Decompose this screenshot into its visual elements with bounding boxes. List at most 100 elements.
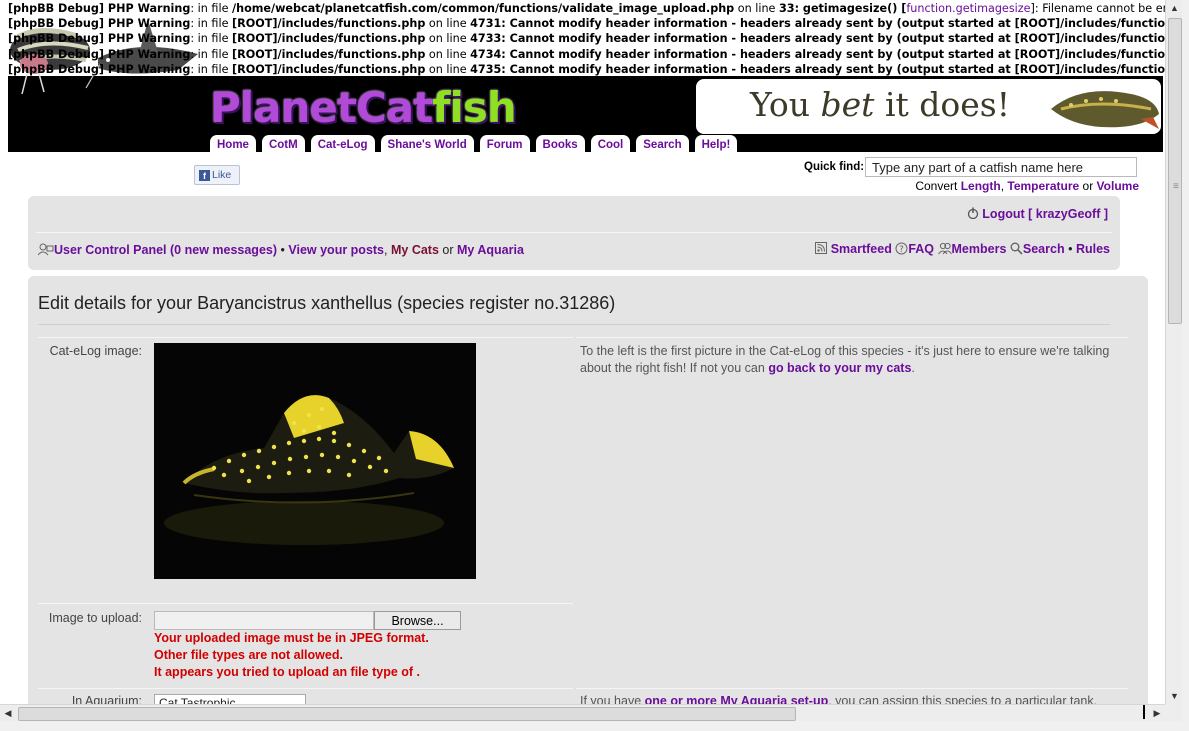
or-text: or (442, 243, 454, 257)
bullet: • (280, 243, 285, 257)
debug-warnings: [phpBB Debug] PHP Warning: in file /home… (8, 1, 1165, 77)
debug-path: [ROOT]/includes/functions.php (232, 32, 426, 46)
debug-text: : Cannot modify header information - hea… (501, 32, 1165, 46)
scroll-up-arrow-icon[interactable]: ▲ (1166, 0, 1183, 16)
facebook-like-button[interactable]: f Like (194, 165, 240, 185)
unit-converter-links: Convert Length, Temperature or Volume (915, 179, 1139, 193)
my-aquaria-link[interactable]: My Aquaria (457, 243, 524, 257)
rules-link[interactable]: Rules (1076, 242, 1110, 256)
convert-volume-link[interactable]: Volume (1097, 179, 1139, 193)
scroll-left-arrow-icon[interactable]: ◀ (0, 705, 16, 722)
user-control-box: Logout [ krazyGeoff ] User Control Panel… (28, 196, 1120, 270)
horizontal-scrollbar[interactable]: ◀ ▶ (0, 704, 1165, 722)
my-aquaria-setup-link[interactable]: one or more My Aquaria set-up (645, 694, 829, 704)
window-edge (1182, 0, 1189, 731)
scroll-right-arrow-icon[interactable]: ▶ (1149, 705, 1165, 722)
search-link[interactable]: Search (1023, 242, 1065, 256)
debug-text: on line (425, 32, 471, 46)
debug-path: [ROOT]/includes/functions.php (232, 62, 426, 76)
members-icon (937, 242, 952, 255)
faq-link[interactable]: FAQ (908, 242, 934, 256)
nav-tab-cotm[interactable]: CotM (261, 135, 305, 154)
debug-line: 4733 (470, 32, 502, 46)
rss-icon (815, 242, 828, 254)
logout-link[interactable]: Logout [ krazyGeoff ] (967, 207, 1108, 221)
debug-warning-line: [phpBB Debug] PHP Warning: in file [ROOT… (8, 31, 1165, 46)
faq-icon: ? (895, 242, 908, 255)
debug-path: /home/webcat/planetcatfish.com/common/fu… (232, 2, 735, 15)
new-messages-link[interactable]: (0 new messages) (170, 243, 277, 257)
nav-tab-shane-s-world[interactable]: Shane's World (380, 135, 474, 154)
ucp-links: User Control Panel (0 new messages) • Vi… (37, 243, 524, 257)
nav-tab-books[interactable]: Books (535, 135, 585, 154)
convert-temperature-link[interactable]: Temperature (1007, 179, 1079, 193)
debug-warning-line: [phpBB Debug] PHP Warning: in file [ROOT… (8, 16, 1165, 31)
my-cats-link[interactable]: My Cats (391, 243, 439, 257)
page-title: Edit details for your Baryancistrus xant… (38, 293, 616, 313)
vertical-scroll-thumb[interactable]: ≡ (1168, 18, 1182, 324)
file-path-field[interactable] (154, 611, 374, 630)
row-divider (38, 603, 573, 604)
debug-prefix: [phpBB Debug] PHP Warning (8, 17, 191, 31)
members-link[interactable]: Members (952, 242, 1007, 256)
nav-tab-help[interactable]: Help! (694, 135, 738, 154)
browser-viewport: [phpBB Debug] PHP Warning: in file /home… (0, 0, 1165, 704)
catelog-fish-image (154, 343, 476, 579)
nav-tab-cat-elog[interactable]: Cat-eLog (310, 135, 375, 154)
aquarium-info-text: If you have one or more My Aquaria set-u… (580, 694, 1097, 704)
image-upload-label: Image to upload: (48, 611, 142, 625)
row-divider (576, 337, 1128, 338)
edit-species-panel: Edit details for your Baryancistrus xant… (28, 276, 1148, 704)
debug-path: [ROOT]/includes/functions.php (232, 47, 426, 61)
convert-length-link[interactable]: Length (961, 179, 1001, 193)
banner-ad[interactable]: You bet it does! (696, 79, 1161, 134)
catelog-info-text: To the left is the first picture in the … (580, 343, 1140, 377)
debug-text: : Cannot modify header information - hea… (501, 17, 1165, 31)
scroll-down-arrow-icon[interactable]: ▼ (1166, 688, 1183, 704)
nav-tab-forum[interactable]: Forum (479, 135, 530, 154)
debug-prefix: [phpBB Debug] PHP Warning (8, 62, 191, 76)
divider (36, 232, 1112, 233)
smartfeed-link[interactable]: Smartfeed (831, 242, 892, 256)
nav-tab-cool[interactable]: Cool (590, 135, 631, 154)
debug-text: on line (425, 47, 471, 61)
browse-button[interactable]: Browse... (374, 611, 461, 630)
view-posts-link[interactable]: View your posts (288, 243, 384, 257)
debug-line: 33 (778, 2, 795, 15)
quick-find-input[interactable] (865, 157, 1137, 177)
debug-text: ]: Filename cannot be empty (1030, 2, 1165, 15)
debug-text: : in file (190, 2, 233, 15)
debug-text: on line (425, 17, 471, 31)
user-control-panel-link[interactable]: User Control Panel (54, 243, 167, 257)
planetcatfish-logo[interactable]: PlanetCatfish (210, 83, 517, 133)
main-navigation: Home CotM Cat-eLog Shane's World Forum Books C… (210, 135, 738, 154)
grip-icon: ≡ (1173, 181, 1179, 192)
getimagesize-doc-link[interactable]: function.getimagesize (906, 2, 1030, 15)
power-icon (967, 207, 978, 220)
upload-error-messages: Your uploaded image must be in JPEG form… (154, 630, 429, 681)
debug-text: on line (425, 62, 471, 76)
user-panel-icon (37, 243, 54, 256)
row-divider (38, 337, 573, 338)
divider (38, 324, 1110, 325)
debug-text: on line (734, 2, 779, 15)
aquarium-select[interactable]: Cat Tastrophic (154, 694, 306, 704)
aquarium-info-pre: If you have (580, 694, 645, 704)
debug-text: : Cannot modify header information - hea… (501, 62, 1165, 76)
or-text: or (1082, 179, 1094, 193)
vertical-scrollbar[interactable]: ▲ ≡ ▼ (1165, 0, 1183, 704)
svg-text:?: ? (899, 245, 904, 255)
debug-path: [ROOT]/includes/functions.php (232, 17, 426, 31)
upload-error-line: Your uploaded image must be in JPEG form… (154, 631, 429, 645)
debug-warning-line: [phpBB Debug] PHP Warning: in file [ROOT… (8, 47, 1165, 62)
aquarium-selected-value: Cat Tastrophic (159, 696, 236, 704)
debug-prefix: [phpBB Debug] PHP Warning (8, 2, 191, 15)
back-to-my-cats-link[interactable]: go back to your my cats (768, 361, 911, 375)
convert-label: Convert (915, 179, 958, 193)
debug-line: 4735 (470, 62, 502, 76)
logout-label: Logout [ krazyGeoff ] (982, 207, 1108, 221)
nav-tab-home[interactable]: Home (210, 135, 256, 154)
nav-tab-search[interactable]: Search (636, 135, 689, 154)
horizontal-scroll-thumb[interactable] (18, 707, 796, 721)
info-period: . (911, 361, 915, 375)
